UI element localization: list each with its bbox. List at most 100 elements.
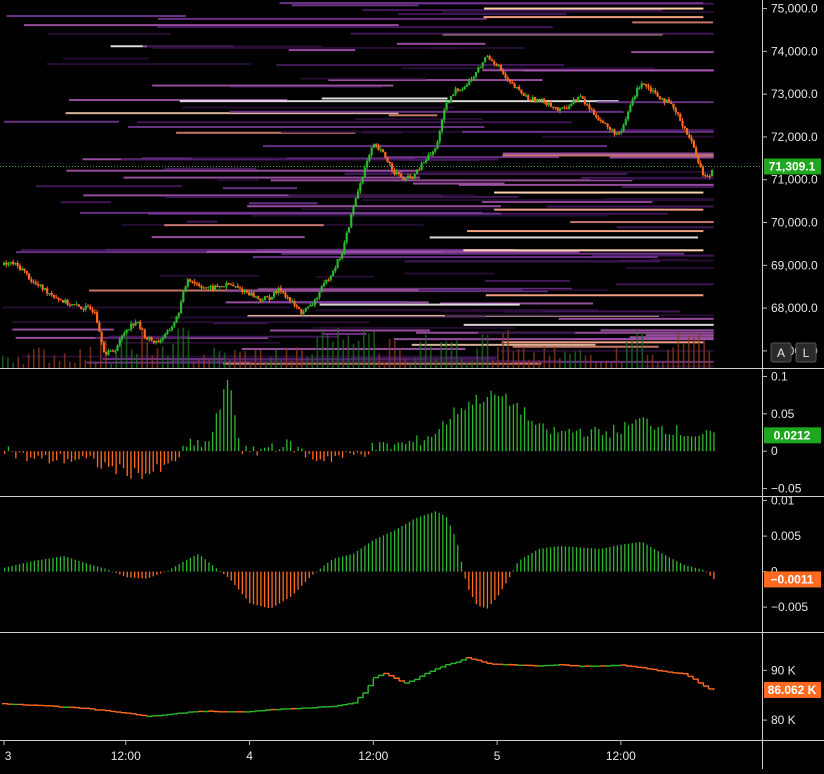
indicator-2-bar <box>439 513 440 572</box>
indicator-1-bar <box>416 435 417 451</box>
indicator-1-bar <box>632 423 633 451</box>
indicator-1-bar <box>294 451 295 452</box>
indicator-3-step <box>631 666 636 667</box>
candle-body <box>137 322 139 323</box>
price-panel[interactable] <box>0 2 762 368</box>
indicator-2-bar <box>357 551 358 572</box>
indicator-2-bar <box>691 567 692 572</box>
volume-bar <box>641 332 643 368</box>
volume-bar <box>85 360 87 368</box>
candle-body <box>228 283 230 284</box>
indicator-2-bar <box>390 532 391 572</box>
auto-scale-button[interactable]: A <box>771 343 791 362</box>
trading-chart[interactable]: 75,000.074,000.073,000.072,000.071,000.0… <box>0 0 824 769</box>
indicator-2-panel[interactable] <box>4 511 715 608</box>
indicator_3-y-axis[interactable]: 90 K80 K86.062 K <box>762 663 821 727</box>
y-tick-label: −0.005 <box>771 600 808 614</box>
indicator_1-y-axis[interactable]: 0.10.050−0.050.0212 <box>762 369 821 495</box>
indicator-1-bar <box>357 451 358 452</box>
indicator-1-bar <box>524 407 525 451</box>
candle-body <box>527 95 529 99</box>
indicator-1-bar <box>101 451 102 469</box>
candle-body <box>14 263 16 264</box>
candle-body <box>484 57 486 62</box>
log-scale-button[interactable]: L <box>796 343 816 362</box>
indicator-2-bar <box>646 545 647 572</box>
candle-body <box>57 298 59 300</box>
volume-bar <box>54 356 56 368</box>
heatmap-level <box>559 318 714 320</box>
indicator-3-panel[interactable] <box>2 658 714 717</box>
indicator-2-bar <box>160 572 161 574</box>
volume-bar <box>502 333 504 368</box>
candle-body <box>355 198 357 206</box>
candle-body <box>348 227 350 232</box>
indicator-1-panel[interactable] <box>4 380 715 479</box>
candle-body <box>597 117 599 120</box>
volume-bar <box>678 332 680 368</box>
candle-body <box>632 99 634 105</box>
price-y-axis[interactable]: 75,000.074,000.073,000.072,000.071,000.0… <box>762 2 821 358</box>
heatmap-level <box>483 69 714 71</box>
indicator-3-step <box>683 674 688 677</box>
candle-body <box>178 313 180 316</box>
price-axes[interactable]: 75,000.074,000.073,000.072,000.071,000.0… <box>762 2 821 728</box>
indicator-1-bar <box>513 404 514 451</box>
heatmap-level <box>36 185 182 187</box>
indicator-1-bar <box>138 451 139 473</box>
candle-body <box>448 102 450 103</box>
indicator-1-bar <box>565 431 566 451</box>
indicator-1-bar <box>201 447 202 451</box>
indicator-1-bar <box>353 451 354 455</box>
volume-bar <box>435 359 437 368</box>
volume-bar <box>389 339 391 368</box>
indicator-1-bar <box>561 431 562 451</box>
indicator-3-step <box>399 681 404 683</box>
indicator-3-step <box>574 666 579 667</box>
indicator_2-y-axis[interactable]: 0.010.0050−0.005−0.0011 <box>762 494 821 615</box>
x-tick-label: 5 <box>494 749 501 763</box>
time-axis[interactable]: 312:00412:00512:00 <box>4 740 636 763</box>
indicator-1-bar <box>461 408 462 451</box>
indicator-1-bar <box>78 451 79 459</box>
indicator-2-bar <box>658 551 659 571</box>
indicator-1-bar <box>26 451 27 461</box>
volume-bar <box>549 356 551 368</box>
indicator-2-bar <box>82 562 83 571</box>
indicator-3-step <box>487 663 492 664</box>
indicator-2-bar <box>472 572 473 597</box>
volume-bar <box>631 340 633 368</box>
chart-canvas[interactable]: 75,000.074,000.073,000.072,000.071,000.0… <box>0 0 824 769</box>
indicator-2-bar <box>680 563 681 572</box>
indicator-2-bar <box>639 542 640 572</box>
candle-body <box>19 266 21 270</box>
indicator-3-step <box>384 673 389 675</box>
indicator-1-bar <box>167 451 168 463</box>
indicator-2-bar <box>361 548 362 571</box>
candle-body <box>659 96 661 99</box>
candle-body <box>255 296 257 297</box>
indicator-1-bar <box>305 451 306 457</box>
indicator-1-bar <box>112 451 113 466</box>
volume-bar <box>270 357 272 368</box>
heatmap-level <box>217 179 259 181</box>
indicator-1-bar <box>268 447 269 451</box>
indicator-1-bar <box>119 451 120 464</box>
indicator-1-bar <box>394 444 395 451</box>
indicator-2-bar <box>89 564 90 571</box>
heatmap-level <box>253 256 658 258</box>
candle-body <box>150 337 152 340</box>
volume-bar <box>337 328 339 368</box>
indicator-1-bar <box>242 451 243 454</box>
candle-body <box>389 162 391 164</box>
candle-body <box>187 279 189 286</box>
candle-body <box>629 105 631 111</box>
heatmap-level <box>186 221 217 223</box>
indicator-3-step <box>363 686 368 693</box>
indicator-3-step <box>703 686 708 689</box>
volume-bar <box>492 360 494 368</box>
volume-bar <box>146 342 148 368</box>
volume-bar <box>110 364 112 368</box>
indicator-1-bar <box>23 451 24 453</box>
volume-bar <box>451 342 453 368</box>
